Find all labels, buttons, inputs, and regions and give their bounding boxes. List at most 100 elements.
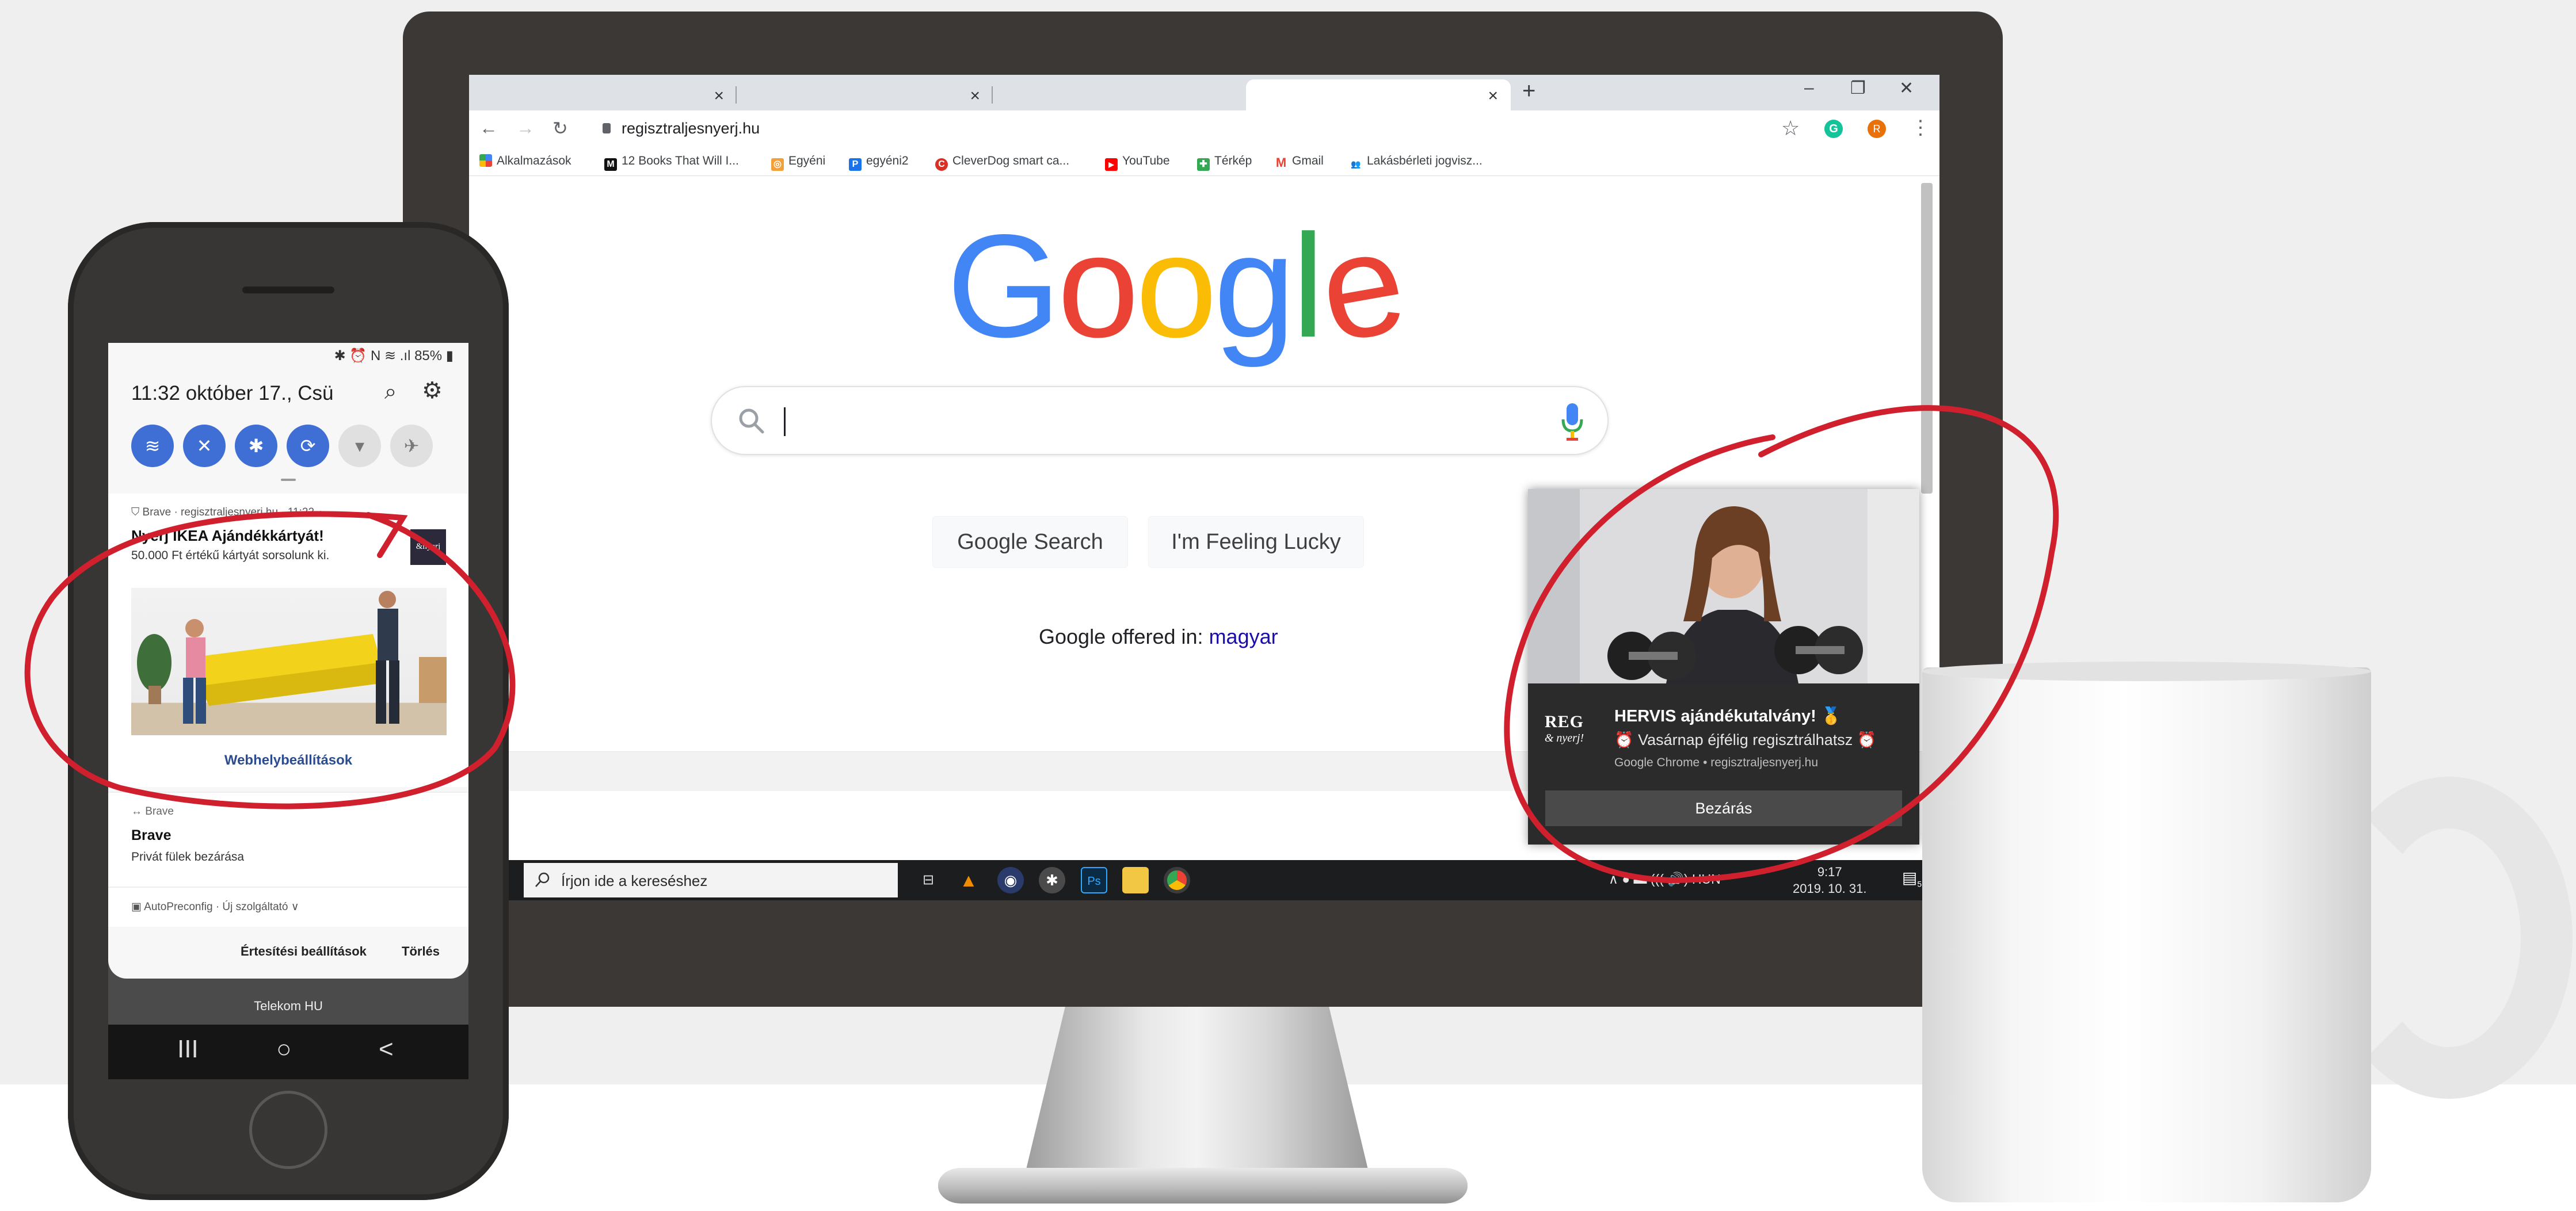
notification-settings-button[interactable]: Értesítési beállítások: [241, 944, 367, 959]
minimize-button[interactable]: –: [1804, 78, 1814, 98]
chrome-push-notification[interactable]: REG & nyerj! HERVIS ajándékutalvány! 🥇 ⏰…: [1528, 489, 1919, 845]
flashlight-toggle-icon[interactable]: ▾: [338, 425, 381, 467]
gmail-icon: M: [1275, 155, 1287, 170]
notification-hero-image: [1528, 489, 1919, 683]
browser-tab-active[interactable]: ×: [1246, 79, 1511, 110]
phone-home-button[interactable]: [249, 1091, 327, 1169]
notification-title: Brave: [131, 827, 172, 843]
mug-rim: [1922, 662, 2371, 681]
taskbar-search-placeholder: Írjon ide a kereséshez: [561, 872, 708, 889]
people-icon: 👥: [1351, 159, 1361, 169]
taskbar-search-box[interactable]: Írjon ide a kereséshez: [524, 863, 898, 897]
phone-datetime: 11:32 október 17., Csü: [131, 382, 334, 404]
back-arrow-icon[interactable]: ←: [479, 117, 498, 139]
maps-icon: ✚: [1197, 158, 1210, 171]
smartphone: ✱ ⏰ N ≋ .ıl 85% ▮ 11:32 október 17., Csü…: [68, 222, 509, 1200]
browser-tab[interactable]: ×: [737, 79, 993, 110]
recent-apps-button[interactable]: III: [177, 1035, 199, 1064]
site-settings-link[interactable]: Webhelybeállítások: [108, 752, 468, 769]
gear-icon[interactable]: ⚙: [422, 377, 443, 404]
notification-app-line: ⛉ Brave · regisztraljesnyerj.hu · 11:22 …: [131, 506, 324, 518]
brave-push-notification[interactable]: ⛉ Brave · regisztraljesnyerj.hu · 11:22 …: [108, 494, 468, 787]
bookmark-item[interactable]: C CleverDog smart ca...: [935, 154, 1069, 171]
tab-close-icon[interactable]: ×: [714, 86, 724, 106]
bookmark-item[interactable]: ▶ YouTube: [1105, 154, 1170, 171]
bookmark-item[interactable]: 👥 Lakásbérleti jogvisz...: [1350, 154, 1482, 170]
home-nav-button[interactable]: ○: [276, 1035, 292, 1064]
back-nav-button[interactable]: <: [379, 1035, 394, 1064]
bookmark-item[interactable]: M 12 Books That Will I...: [604, 154, 739, 171]
app-icon[interactable]: ◉: [997, 867, 1024, 893]
text-cursor: [784, 407, 786, 436]
vlc-icon[interactable]: ▲: [955, 867, 982, 893]
photoshop-icon[interactable]: Ps: [1081, 867, 1107, 893]
reg-nyerj-badge: &nyerj: [410, 529, 446, 565]
wifi-toggle-icon[interactable]: ≋: [131, 425, 174, 467]
carrier-label: Telekom HU: [254, 999, 323, 1013]
logo-letter: G: [947, 204, 1061, 368]
tab-close-icon[interactable]: ×: [970, 86, 980, 106]
close-window-button[interactable]: ✕: [1899, 78, 1914, 98]
slack-icon[interactable]: ✱: [1039, 867, 1065, 893]
reload-icon[interactable]: ↻: [552, 117, 568, 139]
bluetooth-toggle-icon[interactable]: ✱: [235, 425, 277, 467]
autopreconfig-notification[interactable]: ▣ AutoPreconfig · Új szolgáltató ∨: [108, 887, 468, 927]
task-view-icon[interactable]: ⊟: [915, 867, 942, 893]
profile-avatar[interactable]: R: [1868, 120, 1886, 138]
maximize-button[interactable]: ❐: [1850, 78, 1866, 98]
phone-speaker: [242, 286, 334, 293]
new-tab-button[interactable]: +: [1522, 78, 1535, 104]
bookmark-item[interactable]: Pegyéni2: [849, 154, 909, 171]
browser-tab[interactable]: ×: [469, 79, 737, 110]
notification-close-button[interactable]: Bezárás: [1545, 790, 1902, 826]
logo-letter: g: [1214, 204, 1295, 368]
bookmark-star-icon[interactable]: ☆: [1781, 116, 1800, 140]
notification-footer: Értesítési beállítások Törlés: [108, 927, 468, 979]
taskbar-clock[interactable]: 9:17 2019. 10. 31.: [1793, 864, 1866, 897]
system-tray[interactable]: ∧ ● ▬ ((( 🔊) HUN: [1609, 872, 1721, 887]
notification-body: REG & nyerj! HERVIS ajándékutalvány! 🥇 ⏰…: [1528, 683, 1919, 845]
notification-hero-image: [131, 588, 447, 735]
cleverdog-icon: C: [935, 158, 948, 171]
bookmark-item[interactable]: ✚ Térkép: [1197, 154, 1252, 171]
bookmarks-bar: Alkalmazások M 12 Books That Will I... ◎ E…: [469, 147, 1939, 176]
phone-screen: ✱ ⏰ N ≋ .ıl 85% ▮ 11:32 október 17., Csü…: [108, 343, 468, 1079]
search-input[interactable]: [711, 386, 1609, 455]
grammarly-extension-icon[interactable]: G: [1824, 120, 1843, 138]
sound-toggle-icon[interactable]: ✕: [183, 425, 226, 467]
notification-shade: ✱ ⏰ N ≋ .ıl 85% ▮ 11:32 október 17., Csü…: [108, 343, 468, 979]
google-search-button[interactable]: Google Search: [932, 516, 1128, 568]
language-link[interactable]: magyar: [1209, 625, 1278, 648]
microphone-icon[interactable]: [1561, 402, 1584, 441]
bookmark-apps[interactable]: Alkalmazások: [479, 154, 571, 168]
file-explorer-icon[interactable]: [1122, 867, 1149, 893]
forward-arrow-icon[interactable]: →: [516, 117, 535, 139]
brave-private-tabs-notification[interactable]: ↔ Brave Brave Privát fülek bezárása: [108, 792, 468, 887]
bookmark-item[interactable]: ◎ Egyéni: [771, 154, 825, 171]
address-bar-url[interactable]: regisztraljesnyerj.hu: [622, 120, 760, 137]
coffee-mug: [1922, 667, 2371, 1202]
chrome-menu-icon[interactable]: ⋮: [1911, 116, 1930, 139]
action-center-icon[interactable]: ▤5: [1899, 868, 1925, 893]
notification-text: Privát fülek bezárása: [131, 850, 245, 864]
bookmark-item[interactable]: M Gmail: [1275, 154, 1324, 169]
page-scrollbar[interactable]: [1921, 183, 1933, 494]
search-icon: [535, 872, 550, 887]
logo-letter: o: [1135, 204, 1217, 368]
chrome-taskbar-icon[interactable]: [1164, 867, 1190, 893]
feeling-lucky-button[interactable]: I'm Feeling Lucky: [1148, 516, 1364, 568]
fitness-woman-illustration: [1528, 489, 1919, 683]
chrome-tab-strip: × × × + – ❐ ✕: [469, 75, 1939, 110]
search-icon[interactable]: ⌕: [384, 380, 397, 404]
tab-close-icon[interactable]: ×: [1488, 86, 1498, 106]
p-icon: P: [849, 158, 862, 171]
notification-app-line: ↔ Brave: [131, 805, 174, 817]
airplane-toggle-icon[interactable]: ✈: [390, 425, 433, 467]
autorotate-toggle-icon[interactable]: ⟳: [287, 425, 329, 467]
notification-title: Nyerj IKEA Ajándékkártyát!: [131, 527, 324, 544]
browser-tab[interactable]: [993, 79, 1246, 110]
lock-icon[interactable]: [603, 123, 611, 133]
clear-notifications-button[interactable]: Törlés: [402, 944, 440, 959]
logo-letter: e: [1307, 198, 1413, 374]
shade-handle[interactable]: [281, 479, 296, 481]
